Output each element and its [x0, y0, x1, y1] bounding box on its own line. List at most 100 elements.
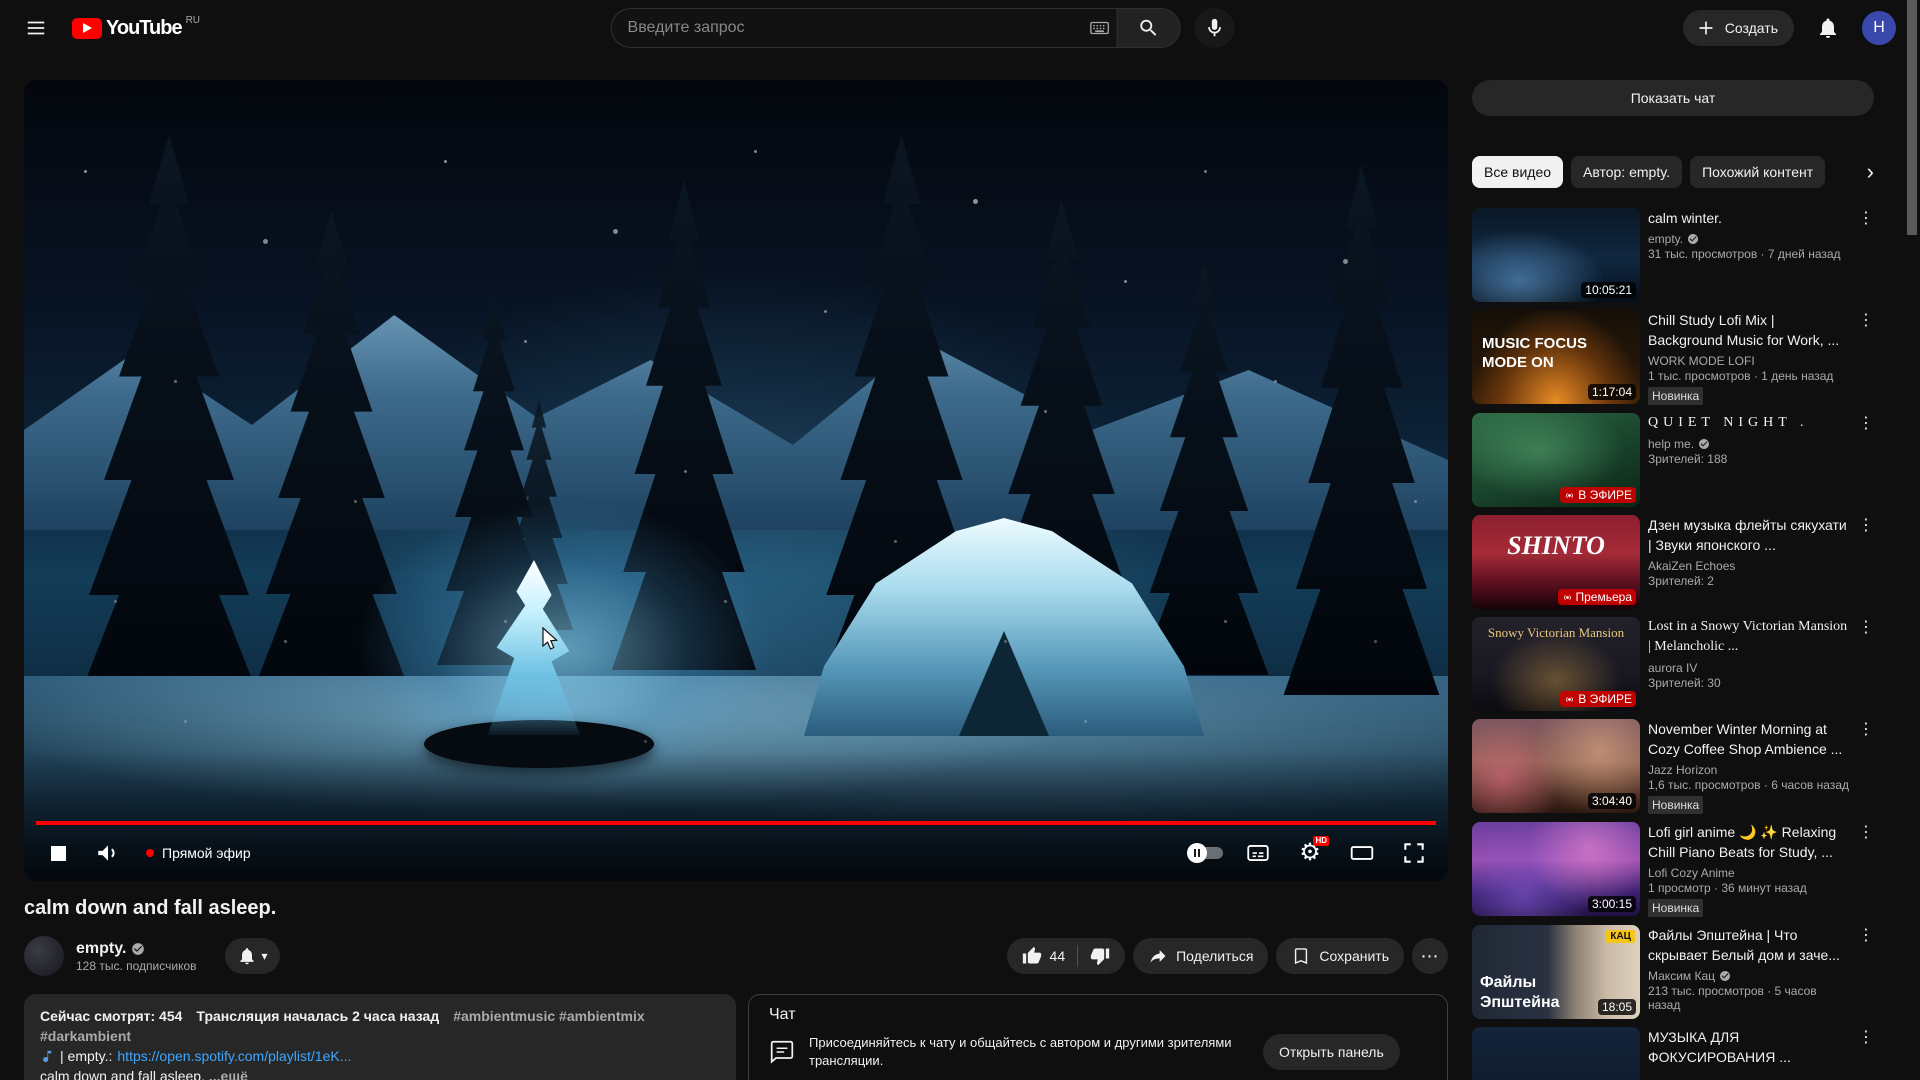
video-title[interactable]: November Winter Morning at Cozy Coffee S…	[1648, 719, 1852, 759]
save-button[interactable]: Сохранить	[1276, 938, 1404, 974]
search-box	[611, 8, 1181, 48]
video-menu-button[interactable]: ⋮	[1854, 923, 1878, 947]
video-menu-button[interactable]: ⋮	[1854, 820, 1878, 844]
channel-name[interactable]: help me.	[1648, 437, 1694, 451]
video-thumbnail[interactable]: В ЭФИРЕ	[1472, 413, 1640, 507]
video-thumbnail[interactable]: 10:05:21	[1472, 208, 1640, 302]
video-title[interactable]: Chill Study Lofi Mix | Background Music …	[1648, 310, 1852, 350]
create-button[interactable]: Создать	[1683, 10, 1794, 46]
channel-name[interactable]: Максим Кац	[1648, 969, 1715, 983]
search-button[interactable]	[1117, 8, 1181, 48]
share-button[interactable]: Поделиться	[1133, 938, 1268, 974]
video-title[interactable]: Дзен музыка флейты сякухати | Звуки япон…	[1648, 515, 1852, 555]
video-title: calm down and fall asleep.	[24, 897, 1448, 920]
live-badge: В ЭФИРЕ	[1560, 487, 1636, 503]
voice-search-button[interactable]	[1195, 8, 1235, 48]
video-menu-button[interactable]: ⋮	[1854, 206, 1878, 230]
like-dislike-pill: 44	[1007, 938, 1126, 974]
video-menu-button[interactable]: ⋮	[1854, 513, 1878, 537]
video-title[interactable]: QUIET NIGHT .	[1648, 413, 1852, 433]
chip-related[interactable]: Похожий контент	[1690, 156, 1825, 188]
sidebar-video-row[interactable]: 3:00:15 Lofi girl anime 🌙 ✨ Relaxing Chi…	[1472, 822, 1874, 917]
video-thumbnail[interactable]: 3:00:15	[1472, 822, 1640, 916]
thumbnail-logo: КАЦ	[1606, 930, 1635, 943]
save-label: Сохранить	[1319, 948, 1389, 964]
subscription-bell-button[interactable]: ▾	[225, 938, 280, 974]
video-menu-button[interactable]: ⋮	[1854, 411, 1878, 435]
dislike-button[interactable]	[1078, 938, 1125, 974]
show-more-link[interactable]: ...ещё	[209, 1068, 248, 1080]
chips-next-button[interactable]: ›	[1824, 156, 1874, 188]
fullscreen-button[interactable]	[1392, 831, 1436, 875]
sidebar-video-row[interactable]: 3:04:40 November Winter Morning at Cozy …	[1472, 719, 1874, 814]
video-thumbnail[interactable]	[1472, 1027, 1640, 1080]
spotify-link[interactable]: https://open.spotify.com/playlist/1eK...	[117, 1046, 351, 1066]
theater-icon	[1349, 840, 1375, 866]
autoplay-track	[1189, 847, 1223, 859]
theater-mode-button[interactable]	[1340, 831, 1384, 875]
video-meta: 31 тыс. просмотров · 7 дней назад	[1648, 247, 1852, 261]
chip-all-videos[interactable]: Все видео	[1472, 156, 1563, 188]
channel-name[interactable]: AkaiZen Echoes	[1648, 559, 1735, 573]
sidebar-video-row[interactable]: Файлы Эпштейна КАЦ 18:05 Файлы Эпштейна …	[1472, 925, 1874, 1019]
search-input[interactable]	[628, 19, 1081, 37]
volume-button[interactable]	[86, 831, 130, 875]
video-meta: 1 просмотр · 36 минут назад	[1648, 881, 1852, 895]
like-button[interactable]: 44	[1007, 938, 1078, 974]
show-chat-button[interactable]: Показать чат	[1472, 80, 1874, 116]
search-input-wrap[interactable]	[611, 8, 1117, 48]
logo-region: RU	[186, 15, 200, 26]
chat-title: Чат	[749, 995, 1447, 1028]
sidebar-video-row[interactable]: MUSIC FOCUS MODE ON 1:17:04 Chill Study …	[1472, 310, 1874, 405]
channel-name[interactable]: WORK MODE LOFI	[1648, 354, 1755, 368]
video-thumbnail[interactable]: Snowy Victorian Mansion В ЭФИРЕ	[1472, 617, 1640, 711]
subtitles-button[interactable]	[1236, 831, 1280, 875]
sidebar-video-row[interactable]: МУЗЫКА ДЛЯ ФОКУСИРОВАНИЯ ... ⋮	[1472, 1027, 1874, 1080]
video-menu-button[interactable]: ⋮	[1854, 308, 1878, 332]
video-menu-button[interactable]: ⋮	[1854, 717, 1878, 741]
more-actions-button[interactable]: ⋯	[1412, 938, 1448, 974]
scrollbar[interactable]	[1907, 0, 1917, 235]
channel-name[interactable]: Jazz Horizon	[1648, 763, 1717, 777]
channel-avatar[interactable]	[24, 936, 64, 976]
youtube-logo[interactable]: YouTube RU	[72, 17, 200, 40]
live-indicator[interactable]: Прямой эфир	[136, 845, 261, 861]
sidebar-video-row[interactable]: Snowy Victorian Mansion В ЭФИРЕ Lost in …	[1472, 617, 1874, 711]
thumbnail-text: Файлы Эпштейна	[1480, 973, 1572, 1013]
open-chat-panel-button[interactable]: Открыть панель	[1263, 1034, 1400, 1070]
notifications-button[interactable]	[1808, 8, 1848, 48]
sidebar-video-row[interactable]: 10:05:21 calm winter. empty. 31 тыс. про…	[1472, 208, 1874, 302]
broadcast-icon	[1564, 490, 1575, 501]
channel-name[interactable]: Lofi Cozy Anime	[1648, 866, 1735, 880]
verified-icon	[131, 942, 145, 956]
video-title[interactable]: МУЗЫКА ДЛЯ ФОКУСИРОВАНИЯ ...	[1648, 1027, 1852, 1067]
sidebar-video-row[interactable]: В ЭФИРЕ QUIET NIGHT . help me. Зрителей:…	[1472, 413, 1874, 507]
video-title[interactable]: Lost in a Snowy Victorian Mansion | Mela…	[1648, 617, 1852, 657]
video-thumbnail[interactable]: Файлы Эпштейна КАЦ 18:05	[1472, 925, 1640, 1019]
description-box[interactable]: Сейчас смотрят: 454Трансляция началась 2…	[24, 994, 736, 1080]
video-thumbnail[interactable]: MUSIC FOCUS MODE ON 1:17:04	[1472, 310, 1640, 404]
video-title[interactable]: calm winter.	[1648, 208, 1852, 228]
autoplay-toggle[interactable]	[1184, 831, 1228, 875]
artist-line: | empty.:	[60, 1046, 112, 1066]
progress-bar[interactable]	[36, 821, 1436, 825]
video-menu-button[interactable]: ⋮	[1854, 1025, 1878, 1049]
channel-name[interactable]: empty.	[76, 940, 126, 958]
verified-icon	[1698, 438, 1710, 450]
video-title[interactable]: Lofi girl anime 🌙 ✨ Relaxing Chill Piano…	[1648, 822, 1852, 862]
account-avatar[interactable]: H	[1862, 11, 1896, 45]
video-player[interactable]: Прямой эфир ⚙ HD	[24, 80, 1448, 881]
keyboard-icon[interactable]	[1089, 17, 1111, 39]
video-thumbnail[interactable]: 3:04:40	[1472, 719, 1640, 813]
video-title[interactable]: Файлы Эпштейна | Что скрывает Белый дом …	[1648, 925, 1852, 965]
duration-badge: 18:05	[1598, 999, 1636, 1015]
menu-button[interactable]	[16, 8, 56, 48]
channel-name[interactable]: aurora IV	[1648, 661, 1697, 675]
stop-button[interactable]	[36, 831, 80, 875]
sidebar-video-row[interactable]: SHINTO Премьера Дзен музыка флейты сякух…	[1472, 515, 1874, 609]
video-menu-button[interactable]: ⋮	[1854, 615, 1878, 639]
channel-name[interactable]: empty.	[1648, 232, 1683, 246]
settings-button[interactable]: ⚙ HD	[1288, 831, 1332, 875]
chip-from-author[interactable]: Автор: empty.	[1571, 156, 1682, 188]
video-thumbnail[interactable]: SHINTO Премьера	[1472, 515, 1640, 609]
